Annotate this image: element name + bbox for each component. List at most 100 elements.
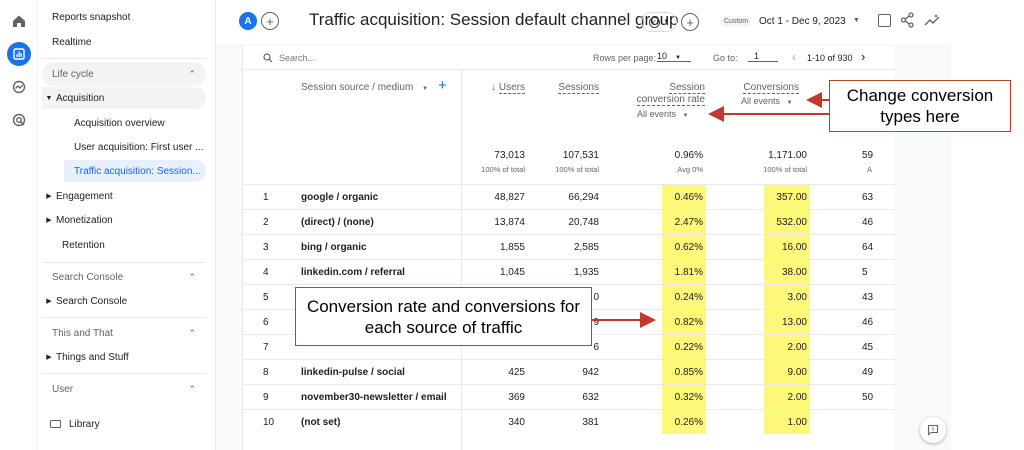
date-range[interactable]: Oct 1 - Dec 9, 2023 xyxy=(759,16,846,27)
sessions-cell: 66,294 xyxy=(568,192,599,203)
left-nav: Reports snapshot Realtime Life cycle ⌃ ▼… xyxy=(38,0,216,450)
conversion-rate-header[interactable]: Session conversion rate xyxy=(623,82,705,106)
table-row[interactable]: 10 (not set) 340 381 0.26% 1.00 xyxy=(243,409,895,434)
chevron-up-icon: ⌃ xyxy=(188,327,196,338)
caret-right-icon: ▶ xyxy=(46,193,52,200)
page-title: Traffic acquisition: Session default cha… xyxy=(309,10,679,29)
nav-acquisition[interactable]: ▼ Acquisition xyxy=(42,87,206,109)
caret-down-icon: ▼ xyxy=(45,94,53,102)
home-icon[interactable] xyxy=(7,9,31,33)
conversions-cell: 3.00 xyxy=(787,292,807,303)
conversion-rate-cell: 0.24% xyxy=(674,292,703,303)
conversions-cell: 1.00 xyxy=(787,417,807,428)
conv-rate-line1: Session xyxy=(669,82,705,94)
next-column-cell xyxy=(862,410,892,435)
status-pill[interactable]: ✓ ▼ xyxy=(641,12,677,32)
total-rate-sub: Avg 0% xyxy=(677,165,703,174)
search-input[interactable] xyxy=(279,50,429,66)
goto-input[interactable]: 1 xyxy=(748,51,778,62)
caret-down-icon: ▼ xyxy=(663,19,670,25)
nav-library[interactable]: Library xyxy=(50,413,218,435)
nav-things-and-stuff[interactable]: ▶ Things and Stuff xyxy=(42,346,210,368)
feedback-icon[interactable] xyxy=(920,417,946,443)
total-conversions: 1,171.00 xyxy=(768,150,807,161)
prev-page-icon[interactable]: ‹ xyxy=(792,50,796,64)
conversions-event-filter[interactable]: All events ▼ xyxy=(741,96,793,106)
section-user[interactable]: User ⌃ xyxy=(42,377,206,401)
section-label: User xyxy=(52,383,74,395)
explore-icon[interactable] xyxy=(7,75,31,99)
nav-retention[interactable]: Retention xyxy=(62,234,230,256)
main-content: A + Traffic acquisition: Session default… xyxy=(216,0,951,450)
caret-down-icon: ▼ xyxy=(786,100,793,106)
divider xyxy=(42,317,206,318)
icon-rail xyxy=(0,0,38,450)
nav-reports-snapshot[interactable]: Reports snapshot xyxy=(52,6,220,28)
total-next-sub: A xyxy=(867,165,873,174)
row-number: 2 xyxy=(263,217,269,228)
insights-icon[interactable] xyxy=(924,12,941,33)
conversion-rate-cell: 0.26% xyxy=(674,417,703,428)
reports-icon[interactable] xyxy=(7,42,31,66)
conversions-header[interactable]: Conversions xyxy=(723,82,799,94)
nav-user-acquisition[interactable]: User acquisition: First user ... xyxy=(74,136,206,158)
advertising-icon[interactable] xyxy=(7,108,31,132)
next-column-cell: 64 xyxy=(862,242,874,253)
nav-search-console[interactable]: ▶ Search Console xyxy=(42,290,210,312)
caret-right-icon: ▶ xyxy=(46,354,52,361)
users-cell: 425 xyxy=(508,367,525,378)
search-icon xyxy=(263,53,273,65)
nav-acquisition-overview[interactable]: Acquisition overview xyxy=(74,112,206,134)
table-row[interactable]: 8 linkedin-pulse / social 425 942 0.85% 9.00 4… xyxy=(243,359,895,384)
nav-realtime[interactable]: Realtime xyxy=(52,31,220,53)
conversion-rate-cell: 1.81% xyxy=(674,267,703,278)
sessions-header[interactable]: Sessions xyxy=(543,82,599,94)
table-row[interactable]: 4 linkedin.com / referral 1,045 1,935 1.81% 3… xyxy=(243,259,895,284)
table-row[interactable]: 2 (direct) / (none) 13,874 20,748 2.47% 532.0… xyxy=(243,209,895,234)
customize-report-icon[interactable] xyxy=(878,14,891,27)
nav-engagement[interactable]: ▶ Engagement xyxy=(42,185,210,207)
row-number: 3 xyxy=(263,242,269,253)
ga-window: Reports snapshot Realtime Life cycle ⌃ ▼… xyxy=(0,0,951,450)
next-column-cell: 49 xyxy=(862,367,874,378)
users-header[interactable]: ↓ Users xyxy=(473,82,525,94)
dimension-header[interactable]: Session source / medium ▼ xyxy=(301,82,428,93)
nav-label: Library xyxy=(69,418,100,430)
row-number: 4 xyxy=(263,267,269,278)
date-tag: Custom xyxy=(721,16,752,27)
section-search-console[interactable]: Search Console ⌃ xyxy=(42,265,206,289)
nav-monetization[interactable]: ▶ Monetization xyxy=(42,209,210,231)
dimension-label: Session source / medium xyxy=(301,82,414,93)
conversion-rate-cell: 0.62% xyxy=(674,242,703,253)
next-column-cell: 43 xyxy=(862,292,874,303)
source-medium-cell: bing / organic xyxy=(301,242,367,253)
section-lifecycle[interactable]: Life cycle ⌃ xyxy=(42,62,206,86)
filter-label: All events xyxy=(741,96,781,106)
nav-label: Retention xyxy=(62,239,105,251)
nav-label: Traffic acquisition: Session... xyxy=(74,165,201,177)
nav-label: Things and Stuff xyxy=(56,351,129,363)
nav-traffic-acquisition[interactable]: Traffic acquisition: Session... xyxy=(64,160,206,182)
goto-label: Go to: xyxy=(713,53,738,63)
conversion-rate-cell: 0.82% xyxy=(674,317,703,328)
next-column-cell: 45 xyxy=(862,342,874,353)
conv-rate-event-filter[interactable]: All events ▼ xyxy=(637,109,689,119)
rows-per-page-select[interactable]: 10 ▼ xyxy=(657,51,691,62)
sessions-cell: 381 xyxy=(582,417,599,428)
table-row[interactable]: 1 google / organic 48,827 66,294 0.46% 357.00… xyxy=(243,184,895,209)
source-medium-cell: november30-newsletter / email xyxy=(301,392,447,403)
divider xyxy=(42,58,206,59)
table-row[interactable]: 9 november30-newsletter / email 369 632 0.32… xyxy=(243,384,895,409)
next-page-icon[interactable]: › xyxy=(861,49,865,64)
avatar[interactable]: A xyxy=(239,12,257,30)
table-row[interactable]: 3 bing / organic 1,855 2,585 0.62% 16.00 64 xyxy=(243,234,895,259)
add-comparison-icon[interactable]: + xyxy=(261,12,279,30)
caret-down-icon[interactable]: ▼ xyxy=(853,17,860,24)
add-dimension-icon[interactable]: + xyxy=(438,77,447,94)
section-this-and-that[interactable]: This and That ⌃ xyxy=(42,321,206,345)
conversions-cell: 532.00 xyxy=(776,217,807,228)
share-icon[interactable] xyxy=(900,12,915,33)
add-icon[interactable]: + xyxy=(681,13,699,31)
caret-right-icon: ▶ xyxy=(46,217,52,224)
users-label: Users xyxy=(498,82,525,94)
